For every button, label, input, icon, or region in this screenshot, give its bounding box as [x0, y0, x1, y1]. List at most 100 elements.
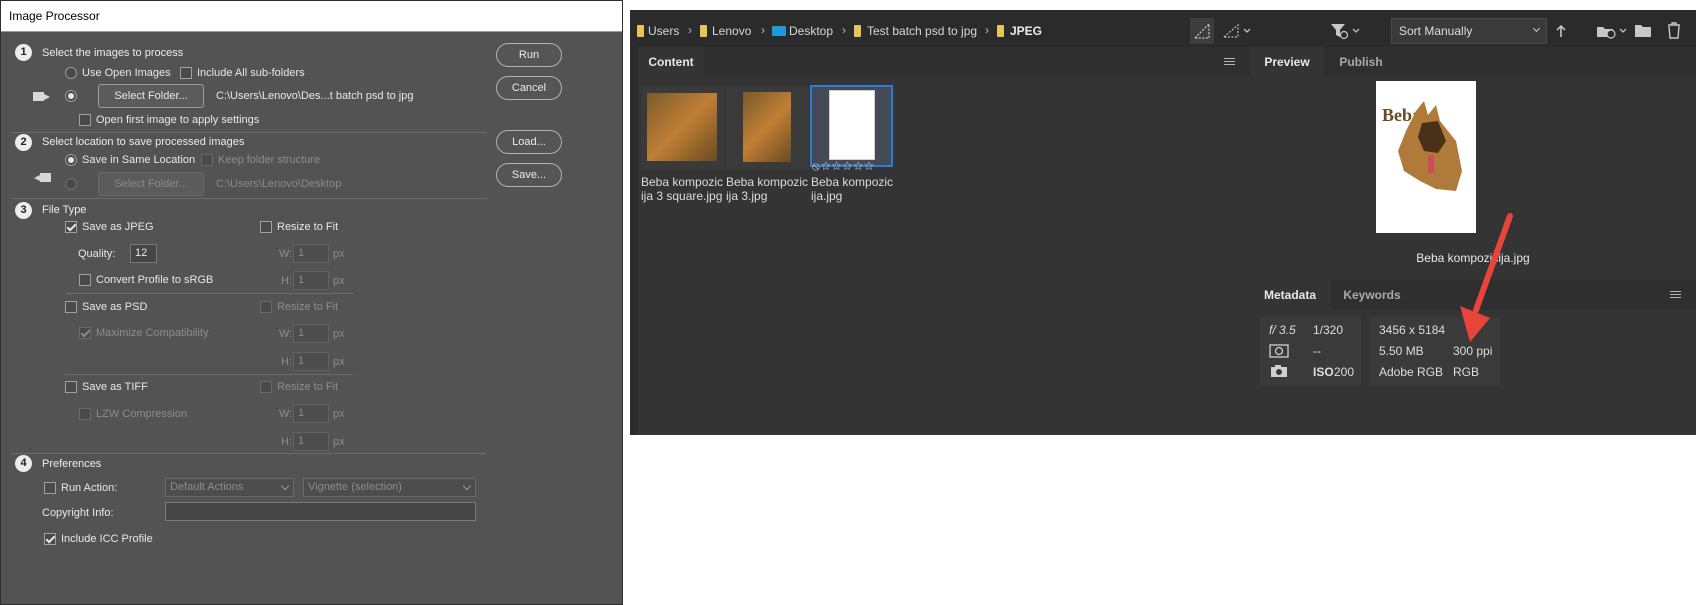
- section-4-heading: Preferences: [42, 458, 102, 470]
- lzw-compression-checkbox[interactable]: [79, 408, 91, 420]
- px-unit: px: [333, 328, 345, 340]
- trash-icon[interactable]: [1666, 21, 1682, 39]
- color-profile-value: Adobe RGB: [1379, 365, 1444, 379]
- px-unit: px: [333, 275, 345, 287]
- folder-source-icon: [33, 92, 50, 101]
- tab-publish[interactable]: Publish: [1324, 47, 1398, 77]
- chevron-down-icon: [462, 481, 472, 491]
- open-first-image-checkbox[interactable]: [79, 114, 91, 126]
- include-icc-checkbox[interactable]: [44, 533, 56, 545]
- thumbnail-cell[interactable]: [641, 87, 724, 169]
- run-button[interactable]: Run: [496, 43, 562, 67]
- psd-height-input[interactable]: 1: [293, 352, 329, 371]
- thumbnail-image: [829, 90, 875, 160]
- iso-value: 200: [1334, 365, 1355, 379]
- tiff-width-label: W:: [279, 408, 293, 420]
- thumbnail-image: [743, 92, 791, 162]
- bridge-window: Users › Lenovo › Desktop › Test batch ps…: [630, 10, 1696, 435]
- tab-metadata[interactable]: Metadata: [1250, 280, 1330, 310]
- save-as-tiff-checkbox[interactable]: [65, 381, 77, 393]
- convert-srgb-checkbox[interactable]: [79, 274, 91, 286]
- jpeg-resize-checkbox[interactable]: [260, 221, 272, 233]
- tab-content[interactable]: Content: [638, 47, 704, 77]
- thumbnail-quality-icon[interactable]: [1220, 22, 1254, 40]
- breadcrumb-lenovo[interactable]: Lenovo: [712, 24, 751, 38]
- jpeg-height-input[interactable]: 1: [293, 271, 329, 290]
- destination-folder-path: C:\Users\Lenovo\Desktop: [216, 178, 342, 190]
- new-folder-icon[interactable]: [1634, 22, 1652, 38]
- save-settings-button[interactable]: Save...: [496, 163, 562, 187]
- save-as-psd-checkbox[interactable]: [65, 301, 77, 313]
- metering-value: --: [1313, 344, 1321, 358]
- sort-ascending-icon[interactable]: [1554, 23, 1568, 39]
- staircase-icon: [1193, 22, 1210, 39]
- breadcrumb-test-batch[interactable]: Test batch psd to jpg: [867, 24, 977, 38]
- divider: [11, 453, 487, 454]
- dialog-title: Image Processor: [1, 1, 622, 32]
- action-name-select[interactable]: Vignette (selection): [303, 478, 476, 497]
- rating-stars[interactable]: ⦸☆☆☆☆☆: [812, 159, 875, 174]
- keep-folder-structure-label: Keep folder structure: [218, 154, 321, 166]
- action-set-select[interactable]: Default Actions: [165, 478, 294, 497]
- run-action-checkbox[interactable]: [44, 482, 56, 494]
- include-subfolders-checkbox[interactable]: [180, 67, 192, 79]
- chevron-right-icon: ›: [842, 23, 846, 37]
- breadcrumb-desktop[interactable]: Desktop: [789, 24, 833, 38]
- quality-toggle-button[interactable]: [1190, 18, 1214, 44]
- maximize-compat-label: Maximize Compatibility: [96, 327, 209, 339]
- breadcrumb-jpeg[interactable]: JPEG: [1010, 24, 1042, 38]
- metering-icon: [1269, 344, 1289, 358]
- action-name-value: Vignette (selection): [308, 481, 402, 493]
- folder-icon: [700, 25, 707, 37]
- quality-label: Quality:: [78, 248, 116, 260]
- px-unit: px: [333, 356, 345, 368]
- thumbnail-cell-selected[interactable]: [810, 85, 893, 167]
- panel-menu-icon[interactable]: [1670, 291, 1681, 298]
- select-destination-folder-radio[interactable]: [65, 178, 77, 190]
- step-3-badge: 3: [15, 202, 32, 219]
- action-set-value: Default Actions: [170, 481, 244, 493]
- folder-icon: [637, 25, 644, 37]
- save-same-location-radio[interactable]: [65, 154, 77, 166]
- select-source-folder-button[interactable]: Select Folder...: [98, 84, 204, 108]
- tiff-resize-checkbox[interactable]: [260, 381, 272, 393]
- thumbnail-filename: Beba kompozic ija.jpg: [811, 175, 894, 203]
- chevron-right-icon: ›: [985, 23, 989, 37]
- use-open-images-label: Use Open Images: [82, 67, 171, 79]
- px-unit: px: [333, 408, 345, 420]
- save-as-jpeg-checkbox[interactable]: [65, 221, 77, 233]
- camera-icon: [1271, 365, 1287, 377]
- step-1-badge: 1: [15, 44, 32, 61]
- load-button[interactable]: Load...: [496, 130, 562, 154]
- cancel-button[interactable]: Cancel: [496, 76, 562, 100]
- maximize-compat-checkbox[interactable]: [79, 327, 91, 339]
- keep-folder-structure-checkbox[interactable]: [201, 154, 213, 166]
- tab-keywords[interactable]: Keywords: [1330, 280, 1414, 310]
- copyright-input[interactable]: [165, 502, 476, 521]
- px-unit: px: [333, 436, 345, 448]
- quality-input[interactable]: 12: [130, 244, 157, 263]
- select-destination-folder-button[interactable]: Select Folder...: [98, 172, 204, 196]
- thumbnail-cell[interactable]: [726, 87, 809, 169]
- panel-menu-icon[interactable]: [1224, 58, 1235, 65]
- psd-resize-checkbox[interactable]: [260, 301, 272, 313]
- section-1-heading: Select the images to process: [42, 47, 184, 59]
- jpeg-width-input[interactable]: 1: [293, 244, 329, 263]
- breadcrumb-users[interactable]: Users: [648, 24, 679, 38]
- save-as-psd-label: Save as PSD: [82, 301, 148, 313]
- copyright-label: Copyright Info:: [42, 507, 114, 519]
- use-open-images-radio[interactable]: [65, 67, 77, 79]
- tiff-resize-label: Resize to Fit: [277, 381, 339, 393]
- select-folder-radio[interactable]: [65, 90, 77, 102]
- tab-preview[interactable]: Preview: [1250, 47, 1324, 77]
- filter-icon[interactable]: [1329, 22, 1363, 40]
- save-same-location-label: Save in Same Location: [82, 154, 196, 166]
- sort-select[interactable]: Sort Manually: [1391, 18, 1547, 44]
- convert-srgb-label: Convert Profile to sRGB: [96, 274, 214, 286]
- filesize-value: 5.50 MB: [1379, 344, 1424, 358]
- tiff-width-input[interactable]: 1: [293, 404, 329, 423]
- divider: [65, 374, 353, 375]
- recent-folder-icon[interactable]: [1596, 22, 1630, 40]
- tiff-height-input[interactable]: 1: [293, 432, 329, 451]
- psd-width-input[interactable]: 1: [293, 324, 329, 343]
